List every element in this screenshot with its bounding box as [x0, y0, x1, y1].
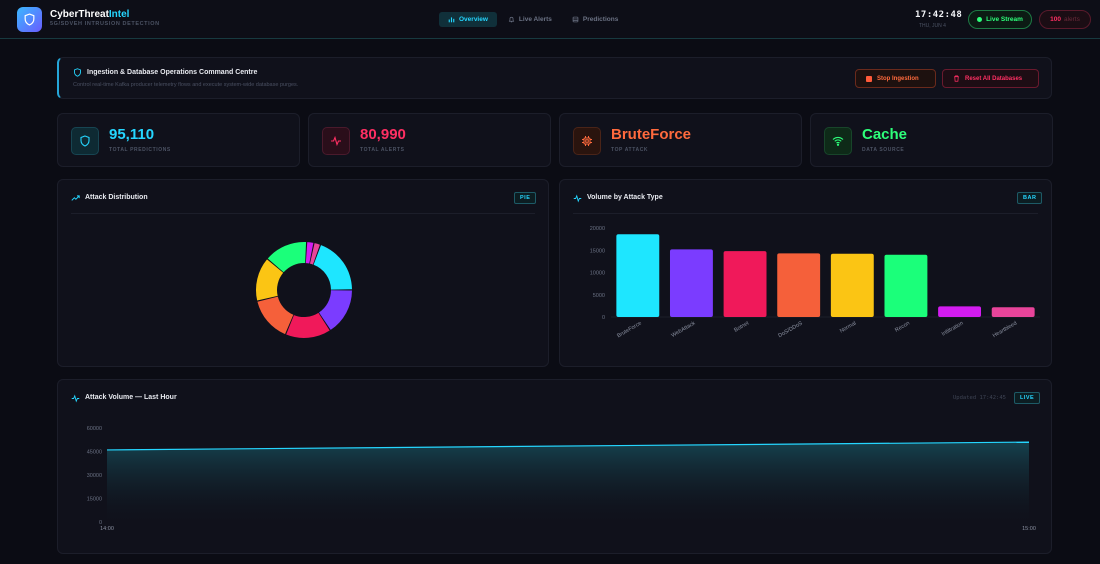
y-tick-label: 10000 — [590, 271, 605, 277]
x-tick-label: DoS/DDoS — [777, 320, 804, 339]
cpu-icon — [582, 136, 592, 146]
wifi-icon — [832, 136, 844, 146]
y-tick-label: 15000 — [87, 497, 102, 503]
bell-icon — [508, 16, 515, 23]
stat-icon-box — [573, 127, 601, 155]
stat-value: 95,110 — [109, 126, 155, 143]
stat-label: TOTAL ALERTS — [360, 147, 405, 153]
stat-icon-box — [322, 127, 350, 155]
x-tick-label: 15:00 — [1022, 526, 1036, 532]
stat-label: TOP ATTACK — [611, 147, 649, 153]
live-dot-icon — [977, 17, 983, 22]
database-icon — [572, 16, 579, 23]
x-tick-label: Infiltration — [941, 321, 965, 338]
command-subtitle: Control real-time Kafka producer telemet… — [73, 82, 299, 88]
area-fill — [107, 442, 1029, 522]
stat-card-top-attack: BruteForce TOP ATTACK — [559, 113, 802, 167]
bar-recon — [884, 254, 928, 317]
clock: 17:42:48 — [915, 10, 963, 20]
stat-card-data-source: Cache DATA SOURCE — [810, 113, 1053, 167]
pie-slice-bruteforce — [313, 245, 352, 290]
bar-bruteforce — [616, 234, 660, 317]
volume-by-attack-panel: Volume by Attack Type BAR 0 5000 10000 1500… — [559, 179, 1052, 367]
stat-card-alerts: 80,990 TOTAL ALERTS — [308, 113, 551, 167]
y-tick-label: 5000 — [593, 293, 605, 299]
shield-icon — [74, 68, 81, 77]
y-tick-label: 20000 — [590, 226, 605, 232]
stat-label: TOTAL PREDICTIONS — [109, 147, 171, 153]
y-tick-label: 15000 — [590, 248, 605, 254]
stop-ingestion-button[interactable]: Stop Ingestion — [855, 69, 936, 88]
shield-icon — [24, 13, 35, 26]
main-nav: Overview Live Alerts Predictions — [439, 12, 627, 27]
bar-dosddos — [777, 253, 821, 317]
bar-normal — [830, 253, 874, 317]
bar-webattack — [669, 249, 713, 317]
area-chart: 01500030000450006000014:00 15:00 — [87, 426, 1036, 532]
stat-icon-box — [824, 127, 852, 155]
tab-overview[interactable]: Overview — [439, 12, 497, 27]
y-tick-label: 45000 — [87, 450, 102, 456]
x-tick-label: WebAttack — [670, 320, 696, 339]
bar-infiltration — [938, 306, 982, 317]
stat-label: DATA SOURCE — [862, 147, 905, 153]
attack-volume-panel: Attack Volume — Last Hour Updated 17:42:… — [57, 379, 1052, 554]
command-title: Ingestion & Database Operations Command … — [87, 69, 258, 76]
logo[interactable] — [17, 7, 42, 32]
attack-distribution-panel: Attack Distribution PIE — [57, 179, 549, 367]
stat-value: BruteForce — [611, 126, 692, 143]
x-tick-label: 14:00 — [100, 526, 114, 532]
tab-live-alerts[interactable]: Live Alerts — [499, 12, 561, 27]
x-tick-label: Normal — [839, 321, 857, 335]
top-bar: CyberThreatIntel 5G/SDVEH INTRUSION DETE… — [0, 0, 1100, 39]
stop-icon — [866, 75, 872, 82]
bar-botnet — [723, 251, 767, 317]
trash-icon — [954, 75, 959, 82]
bar-chart-icon — [448, 17, 455, 23]
brand-subtitle: 5G/SDVEH INTRUSION DETECTION — [50, 21, 160, 27]
reset-databases-button[interactable]: Reset All Databases — [942, 69, 1039, 88]
brand-title: CyberThreatIntel — [50, 9, 130, 20]
pulse-icon — [331, 135, 341, 147]
y-tick-label: 0 — [602, 315, 605, 321]
x-tick-label: Heartbleed — [992, 321, 1018, 340]
x-tick-label: Recon — [894, 321, 911, 334]
shield-icon — [80, 135, 90, 147]
clock-date: THU, JUN 4 — [919, 23, 946, 29]
bar-heartbleed — [991, 307, 1035, 317]
stat-card-predictions: 95,110 TOTAL PREDICTIONS — [57, 113, 300, 167]
x-tick-label: Botnet — [733, 320, 750, 333]
alerts-badge[interactable]: 100 alerts — [1039, 10, 1091, 29]
stat-value: 80,990 — [360, 126, 406, 143]
x-tick-label: BruteForce — [616, 321, 643, 340]
stat-value: Cache — [862, 126, 908, 143]
bar-chart: 0 5000 10000 15000 20000 BruteForce WebAttack B… — [590, 226, 1040, 340]
pie-slice-dosddos — [257, 296, 294, 335]
live-stream-toggle[interactable]: Live Stream — [968, 10, 1032, 29]
stat-icon-box — [71, 127, 99, 155]
y-tick-label: 30000 — [87, 473, 102, 479]
command-centre: Ingestion & Database Operations Command … — [57, 57, 1052, 99]
y-tick-label: 60000 — [87, 426, 102, 432]
tab-predictions[interactable]: Predictions — [563, 12, 627, 27]
pie-chart — [256, 242, 352, 338]
